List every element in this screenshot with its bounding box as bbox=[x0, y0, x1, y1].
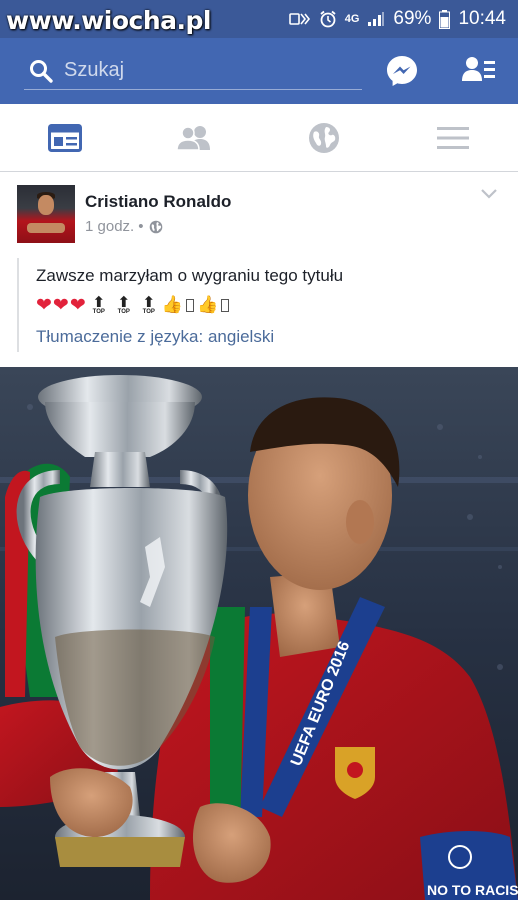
post-meta: 1 godz. • bbox=[85, 218, 163, 235]
meta-separator: • bbox=[138, 218, 144, 235]
missing-glyph-icon bbox=[185, 298, 194, 312]
battery-icon bbox=[439, 9, 451, 29]
post-text: Zawsze marzyłam o wygraniu tego tytułu bbox=[36, 266, 344, 285]
watermark: www.wiocha.pl bbox=[6, 6, 211, 35]
post-photo[interactable]: UEFA EURO 2016 NO TO RACIS bbox=[0, 367, 518, 900]
search-bar: Szukaj bbox=[0, 38, 518, 104]
quote-bar bbox=[17, 258, 19, 352]
public-globe-icon bbox=[150, 220, 163, 233]
clock: 10:44 bbox=[458, 8, 506, 29]
search-input[interactable]: Szukaj bbox=[24, 52, 362, 90]
heart-icon: ❤ bbox=[36, 293, 52, 316]
tab-bar bbox=[0, 104, 518, 172]
photo-illustration: UEFA EURO 2016 NO TO RACIS bbox=[0, 367, 518, 900]
chevron-down-icon[interactable] bbox=[480, 188, 498, 200]
top-label: TOP bbox=[117, 308, 130, 315]
search-placeholder: Szukaj bbox=[64, 59, 125, 81]
messenger-icon[interactable] bbox=[385, 54, 419, 88]
status-bar: www.wiocha.pl 4G 69% 10:44 bbox=[0, 0, 518, 38]
thumbs-up-icon: 👍 bbox=[161, 294, 183, 315]
top-label: TOP bbox=[92, 308, 105, 315]
globe-icon bbox=[309, 123, 339, 153]
tab-notifications[interactable] bbox=[259, 104, 389, 172]
signal-icon bbox=[367, 11, 385, 27]
tab-menu[interactable] bbox=[388, 104, 518, 172]
post: Cristiano Ronaldo 1 godz. • Zawsze marzy… bbox=[0, 172, 518, 900]
avatar[interactable] bbox=[17, 185, 75, 243]
missing-glyph-icon bbox=[221, 298, 230, 312]
top-arrow-icon: ⬆ TOP bbox=[142, 292, 156, 315]
top-arrow-icon: ⬆ TOP bbox=[117, 292, 131, 315]
thumbs-up-icon: 👍 bbox=[196, 294, 219, 315]
menu-icon bbox=[437, 127, 469, 149]
battery-level: 69% bbox=[393, 8, 432, 29]
emoji-row: ❤ ❤ ❤ ⬆ TOP ⬆ TOP ⬆ TOP 👍 👍 bbox=[36, 293, 231, 317]
network-type: 4G bbox=[344, 13, 360, 25]
heart-icon: ❤ bbox=[69, 293, 86, 316]
friends-icon bbox=[176, 126, 210, 151]
search-icon bbox=[30, 59, 53, 83]
top-arrow-icon: ⬆ TOP bbox=[92, 292, 106, 315]
armband-text: NO TO RACISM bbox=[427, 882, 518, 898]
tab-friends[interactable] bbox=[129, 104, 259, 172]
nfc-icon bbox=[288, 11, 311, 27]
post-time[interactable]: 1 godz. bbox=[85, 218, 134, 235]
news-feed-icon bbox=[48, 124, 82, 152]
friend-requests-icon[interactable] bbox=[462, 55, 496, 87]
post-author[interactable]: Cristiano Ronaldo bbox=[85, 192, 231, 212]
tab-news-feed[interactable] bbox=[0, 104, 130, 172]
alarm-icon bbox=[319, 10, 337, 28]
translation-link[interactable]: Tłumaczenie z języka: angielski bbox=[36, 327, 274, 347]
status-icons: 4G 69% 10:44 bbox=[288, 0, 506, 38]
heart-icon: ❤ bbox=[52, 293, 69, 316]
top-label: TOP bbox=[142, 308, 155, 315]
